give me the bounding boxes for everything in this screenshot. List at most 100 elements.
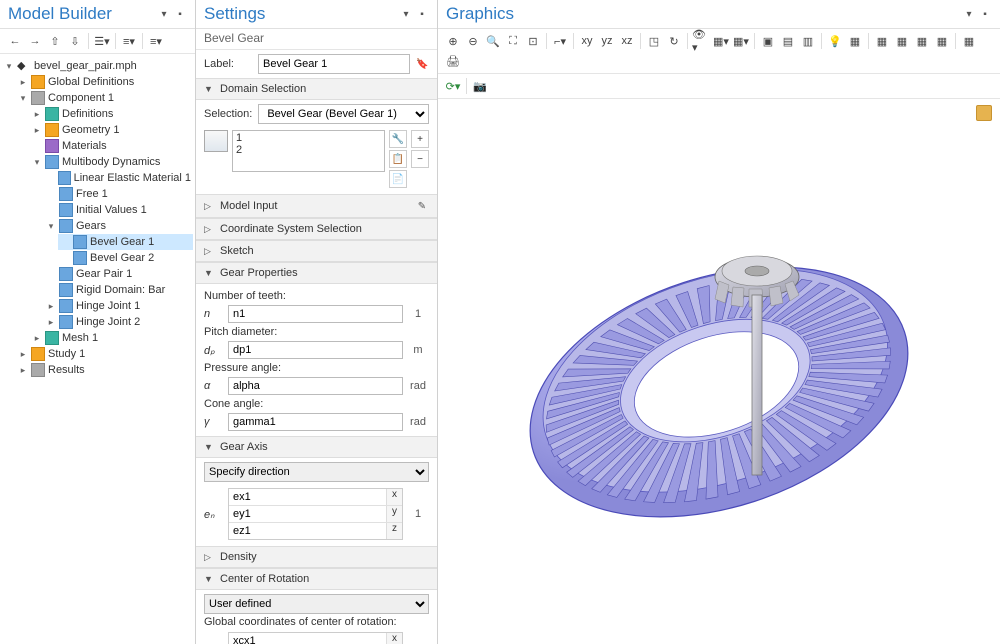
axis-mode-dropdown[interactable]: Specify direction: [204, 462, 429, 482]
graphics-panel: Graphics ▾▪ ⊕ ⊖ 🔍 ⛶ ⊡ ⌐▾ xy yz xz ◳ ↻ 👁▾…: [438, 0, 1000, 644]
tree-global-defs[interactable]: ▸Global Definitions: [16, 74, 193, 90]
tree-materials[interactable]: Materials: [30, 138, 193, 154]
render-3-icon[interactable]: ▦: [913, 32, 931, 50]
nav-home-icon[interactable]: ⇧: [46, 32, 64, 50]
tree-mesh[interactable]: ▸Mesh 1: [30, 330, 193, 346]
tree-gears[interactable]: ▾Gears: [44, 218, 193, 234]
section-center-rotation[interactable]: ▼Center of Rotation: [196, 568, 437, 590]
section-domain-selection[interactable]: ▼Domain Selection: [196, 78, 437, 100]
ey-input[interactable]: [229, 506, 386, 522]
nav-up-icon[interactable]: ←: [6, 32, 24, 50]
collapse-icon[interactable]: ≡▾: [120, 32, 138, 50]
dock-icon[interactable]: ▾: [399, 7, 413, 21]
grid-icon[interactable]: ▦: [846, 32, 864, 50]
nav-down-icon[interactable]: →: [26, 32, 44, 50]
bevel-gear-render: [479, 147, 959, 597]
dock-icon[interactable]: ▾: [962, 7, 976, 21]
select-bnd-icon[interactable]: ▥: [799, 32, 817, 50]
tag-icon[interactable]: 🔖: [416, 57, 429, 71]
defs-icon: [45, 107, 59, 121]
settings-panel: Settings ▾▪ Bevel Gear Label: 🔖 ▼Domain …: [196, 0, 438, 644]
expand-dropdown-icon[interactable]: ☰▾: [93, 32, 111, 50]
export-icon[interactable]: ▦: [960, 32, 978, 50]
section-gear-props[interactable]: ▼Gear Properties: [196, 262, 437, 284]
tree-bevel-gear-2[interactable]: Bevel Gear 2: [58, 250, 193, 266]
paste-icon[interactable]: 📄: [389, 170, 407, 188]
xcx-input[interactable]: [229, 633, 386, 644]
light-icon[interactable]: 💡: [826, 32, 844, 50]
close-icon[interactable]: ▪: [173, 7, 187, 21]
settings-body: Label: 🔖 ▼Domain Selection Selection: Be…: [196, 50, 437, 644]
minimize-icon[interactable]: ▾: [157, 7, 171, 21]
center-mode-dropdown[interactable]: User defined: [204, 594, 429, 614]
zoom-extents-icon[interactable]: ⛶: [504, 32, 522, 50]
globe-icon: [31, 75, 45, 89]
ex-input[interactable]: [229, 489, 386, 505]
tree-hinge-2[interactable]: ▸Hinge Joint 2: [44, 314, 193, 330]
pressure-input[interactable]: [228, 377, 403, 395]
select-dom-icon[interactable]: ▤: [779, 32, 797, 50]
camera-icon[interactable]: 📷: [471, 77, 489, 95]
tree-multibody[interactable]: ▾Multibody Dynamics: [30, 154, 193, 170]
component-icon: [31, 91, 45, 105]
tree-definitions[interactable]: ▸Definitions: [30, 106, 193, 122]
remove-icon[interactable]: −: [411, 150, 429, 168]
show-icon[interactable]: ≡▾: [147, 32, 165, 50]
section-coord-sys[interactable]: ▷Coordinate System Selection: [196, 218, 437, 240]
xy-view-icon[interactable]: xy: [578, 32, 596, 50]
rotate-icon[interactable]: ↻: [665, 32, 683, 50]
tree-component[interactable]: ▾Component 1: [16, 90, 193, 106]
section-gear-axis[interactable]: ▼Gear Axis: [196, 436, 437, 458]
copy-icon[interactable]: 📋: [389, 150, 407, 168]
render-4-icon[interactable]: ▦: [933, 32, 951, 50]
yz-view-icon[interactable]: yz: [598, 32, 616, 50]
cone-input[interactable]: [228, 413, 403, 431]
zoom-selected-icon[interactable]: ⊡: [524, 32, 542, 50]
hide-icon[interactable]: 👁▾: [692, 32, 710, 50]
section-density[interactable]: ▷Density: [196, 546, 437, 568]
tree-free[interactable]: Free 1: [44, 186, 193, 202]
pitch-dia-input[interactable]: [228, 341, 403, 359]
tree-hinge-1[interactable]: ▸Hinge Joint 1: [44, 298, 193, 314]
xz-view-icon[interactable]: xz: [618, 32, 636, 50]
tree-bevel-gear-1[interactable]: Bevel Gear 1: [58, 234, 193, 250]
zoom-out-icon[interactable]: ⊖: [464, 32, 482, 50]
domain-icon[interactable]: [204, 130, 228, 152]
settings-subtitle: Bevel Gear: [196, 29, 437, 50]
wireframe-icon[interactable]: ▦▾: [732, 32, 750, 50]
nav-end-icon[interactable]: ⇩: [66, 32, 84, 50]
label-input[interactable]: [258, 54, 410, 74]
tree-linear-elastic[interactable]: Linear Elastic Material 1: [44, 170, 193, 186]
ez-input[interactable]: [229, 523, 386, 539]
section-sketch[interactable]: ▷Sketch: [196, 240, 437, 262]
tree-study[interactable]: ▸Study 1: [16, 346, 193, 362]
print-icon[interactable]: 🖨: [444, 52, 462, 70]
tree-geometry[interactable]: ▸Geometry 1: [30, 122, 193, 138]
close-icon[interactable]: ▪: [415, 7, 429, 21]
selection-list[interactable]: 1 2: [232, 130, 385, 172]
hinge-icon: [59, 315, 73, 329]
tree-gear-pair[interactable]: Gear Pair 1: [44, 266, 193, 282]
edit-icon[interactable]: ✎: [415, 199, 429, 213]
select-obj-icon[interactable]: ▣: [759, 32, 777, 50]
toggle-active-icon[interactable]: 🔧: [389, 130, 407, 148]
add-icon[interactable]: +: [411, 130, 429, 148]
render-2-icon[interactable]: ▦: [893, 32, 911, 50]
default-view-icon[interactable]: ◳: [645, 32, 663, 50]
num-teeth-input[interactable]: [228, 305, 403, 323]
tree-initial-values[interactable]: Initial Values 1: [44, 202, 193, 218]
tree-results[interactable]: ▸Results: [16, 362, 193, 378]
update-icon[interactable]: ⟳▾: [444, 77, 462, 95]
transparency-icon[interactable]: ▦▾: [712, 32, 730, 50]
graphics-canvas[interactable]: [438, 99, 1000, 644]
section-model-input[interactable]: ▷Model Input✎: [196, 194, 437, 218]
close-icon[interactable]: ▪: [978, 7, 992, 21]
tree-root[interactable]: ▾◆bevel_gear_pair.mph: [2, 58, 193, 74]
study-icon: [31, 347, 45, 361]
zoom-box-icon[interactable]: 🔍: [484, 32, 502, 50]
tree-rigid-domain[interactable]: Rigid Domain: Bar: [44, 282, 193, 298]
zoom-in-icon[interactable]: ⊕: [444, 32, 462, 50]
selection-dropdown[interactable]: Bevel Gear (Bevel Gear 1): [258, 104, 429, 124]
render-1-icon[interactable]: ▦: [873, 32, 891, 50]
axis-icon[interactable]: ⌐▾: [551, 32, 569, 50]
